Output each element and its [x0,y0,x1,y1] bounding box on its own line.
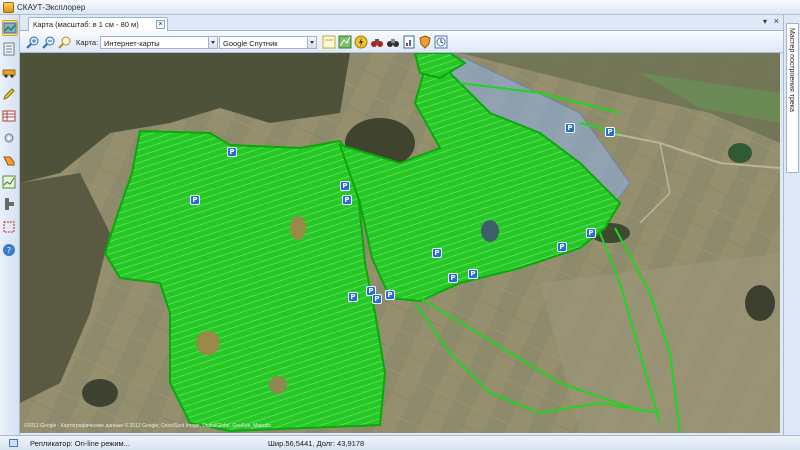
close-document-button[interactable]: × [774,16,779,26]
tab-map[interactable]: Карта (масштаб: в 1 см - 80 м) × [28,17,168,31]
map-label: Карта: [76,38,99,47]
map-layer-value: Google Спутник [223,39,278,48]
parking-marker[interactable]: P [348,292,358,302]
parking-marker[interactable]: P [340,181,350,191]
document-tabstrip: Карта (масштаб: в 1 см - 80 м) × ▾ × [20,15,783,31]
objects-icon[interactable] [2,42,18,58]
zoom-out-icon[interactable] [42,35,56,49]
satellite-map[interactable] [20,53,780,433]
map-attribution: ©2012 Google · Картографические данные ©… [24,423,271,429]
replicator-icon [9,439,18,447]
chart-icon[interactable] [2,175,18,191]
parking-marker[interactable]: P [372,294,382,304]
report-icon[interactable] [402,35,416,49]
chevron-down-icon[interactable] [208,37,217,48]
tab-close-button[interactable]: × [156,20,165,29]
left-toolbar: ? [0,15,20,435]
svg-text:?: ? [7,246,11,255]
parking-marker[interactable]: P [432,248,442,258]
vehicle-icon[interactable] [2,65,18,81]
layers-icon[interactable] [322,35,336,49]
track-icon[interactable] [338,35,352,49]
binoculars-find-icon[interactable] [386,35,400,49]
parking-marker[interactable]: P [586,228,596,238]
table-icon[interactable] [2,109,18,125]
parking-marker[interactable]: P [190,195,200,205]
lightning-icon[interactable] [354,35,368,49]
binoculars-icon[interactable] [370,35,384,49]
replicator-status: Репликатор: On-line режим... [30,439,130,448]
map-source-value: Интернет-карты [104,39,160,48]
track-wizard-label: Мастер построения трека [788,28,795,112]
tab-map-label: Карта (масштаб: в 1 см - 80 м) [33,20,139,29]
clock-icon[interactable] [434,35,448,49]
parking-marker[interactable]: P [227,147,237,157]
coordinates-readout: Шир.56,5441, Долг: 43,9178 [268,439,365,448]
zoom-area-icon[interactable] [58,35,72,49]
app-icon [3,1,14,13]
window-title: СКАУТ-Эксплорер [17,2,86,12]
fullscreen-icon[interactable] [2,220,18,236]
sensor-icon[interactable] [2,197,18,213]
map-view[interactable]: P P P P P P P P P P P P P P P ©2012 Goog… [20,53,780,433]
parking-marker[interactable]: P [565,123,575,133]
fuel-icon[interactable] [2,153,18,169]
tab-list-dropdown[interactable]: ▾ [763,17,767,26]
settings-icon[interactable] [2,131,18,147]
shield-icon[interactable] [418,35,432,49]
parking-marker[interactable]: P [468,269,478,279]
parking-marker[interactable]: P [557,242,567,252]
tab-track-wizard[interactable]: Мастер построения трека [786,23,799,173]
parking-marker[interactable]: P [385,290,395,300]
parking-marker[interactable]: P [605,127,615,137]
map-layer-select[interactable]: Google Спутник [219,36,317,49]
parking-marker[interactable]: P [342,195,352,205]
right-dock: Мастер построения трека [783,15,800,435]
edit-icon[interactable] [2,87,18,103]
help-icon[interactable]: ? [2,243,18,259]
map-source-select[interactable]: Интернет-карты [100,36,218,49]
map-icon[interactable] [2,20,18,36]
zoom-in-icon[interactable] [26,35,40,49]
title-bar: СКАУТ-Эксплорер [0,0,800,15]
map-toolbar: Карта: Интернет-карты Google Спутник [20,31,783,53]
chevron-down-icon[interactable] [307,37,316,48]
status-bar: Репликатор: On-line режим... Шир.56,5441… [0,435,800,450]
parking-marker[interactable]: P [448,273,458,283]
